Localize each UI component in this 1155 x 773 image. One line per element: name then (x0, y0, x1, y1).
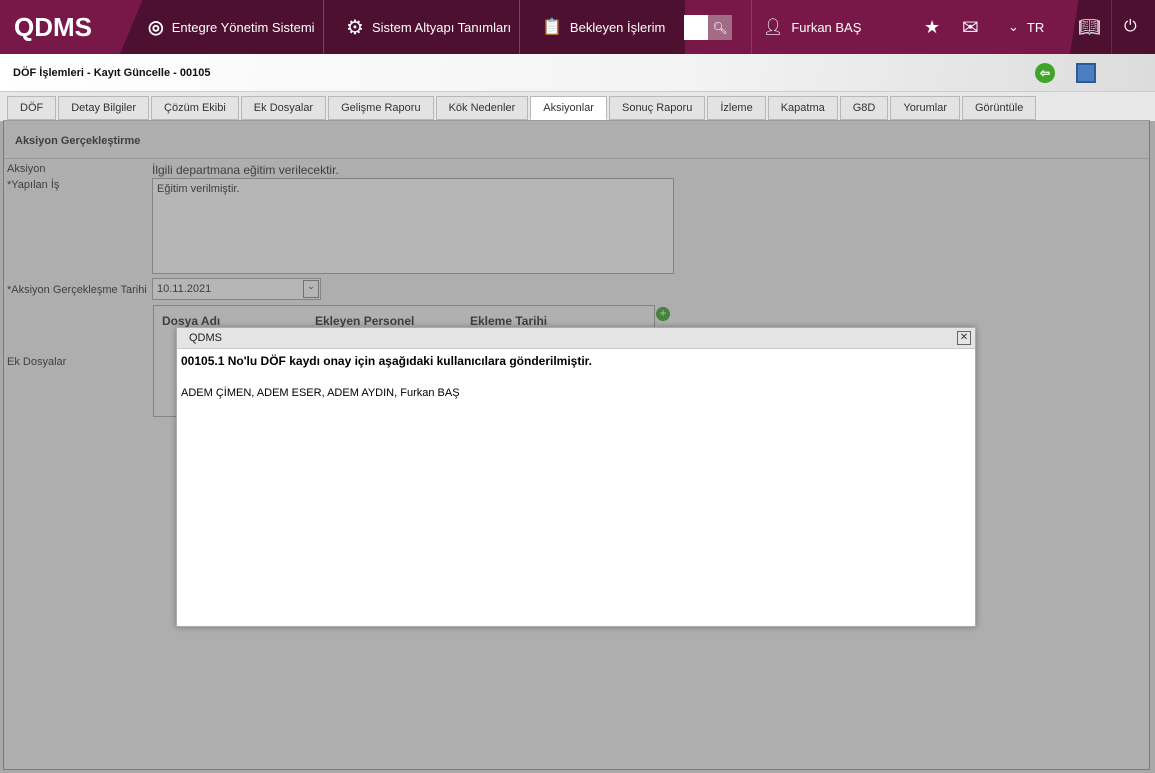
manual-icon[interactable]: 📖︎ (1078, 0, 1101, 54)
gear-icon: ⚙ (346, 16, 364, 39)
dialog-title: QDMS (189, 332, 222, 344)
chevron-down-icon: ⌄ (1008, 19, 1019, 34)
nav-bekleyen[interactable]: 📋 Bekleyen İşlerim (542, 0, 665, 54)
user-icon: 👤︎ (763, 19, 784, 36)
tab-bar: DÖF Detay Bilgiler Çözüm Ekibi Ek Dosyal… (7, 96, 1037, 120)
tab-aksiyonlar[interactable]: Aksiyonlar (530, 96, 607, 120)
q-icon: ◎ (148, 16, 164, 37)
back-icon[interactable]: ⇦ (1035, 63, 1055, 83)
tab-kok[interactable]: Kök Nedenler (435, 96, 529, 120)
tab-g8d[interactable]: G8D (839, 96, 889, 120)
top-nav: QDMS ◎ Entegre Yönetim Sistemi ⚙ Sistem Al… (0, 0, 1155, 54)
tab-izleme[interactable]: İzleme (707, 96, 766, 120)
search-input[interactable] (684, 15, 708, 40)
search-icon[interactable]: 🔍︎ (708, 15, 732, 40)
power-icon[interactable]: ⏻ (1124, 0, 1137, 54)
close-icon[interactable]: ✕ (957, 331, 971, 345)
star-icon[interactable]: ★ (924, 0, 940, 54)
tab-ek-dosyalar[interactable]: Ek Dosyalar (240, 96, 327, 120)
tab-dof[interactable]: DÖF (7, 96, 57, 120)
nav-sistem[interactable]: ⚙ Sistem Altyapı Tanımları (346, 0, 511, 54)
dialog-users: ADEM ÇİMEN, ADEM ESER, ADEM AYDIN, Furka… (181, 387, 460, 399)
page-title: DÖF İşlemleri - Kayıt Güncelle - 00105 (13, 67, 211, 79)
dialog-message: 00105.1 No'lu DÖF kaydı onay için aşağıd… (181, 354, 593, 368)
clipboard-icon: 📋 (542, 19, 562, 36)
tab-detay[interactable]: Detay Bilgiler (58, 96, 150, 120)
user-menu[interactable]: 👤︎ Furkan BAŞ (763, 0, 861, 54)
tab-kapatma[interactable]: Kapatma (767, 96, 838, 120)
page-header: DÖF İşlemleri - Kayıt Güncelle - 00105 ⇦ (0, 54, 1155, 92)
nav-entegre[interactable]: ◎ Entegre Yönetim Sistemi (148, 0, 315, 54)
tab-cozum[interactable]: Çözüm Ekibi (151, 96, 239, 120)
tab-gelisme[interactable]: Gelişme Raporu (328, 96, 434, 120)
tab-goruntule[interactable]: Görüntüle (962, 96, 1037, 120)
language-select[interactable]: ⌄ TR (1008, 0, 1044, 54)
mail-icon[interactable]: ✉ (962, 0, 979, 54)
tab-sonuc[interactable]: Sonuç Raporu (608, 96, 706, 120)
tab-yorumlar[interactable]: Yorumlar (890, 96, 960, 120)
info-dialog: QDMS ✕ 00105.1 No'lu DÖF kaydı onay için … (176, 327, 976, 627)
qdms-logo[interactable]: QDMS (14, 12, 92, 43)
save-icon[interactable] (1076, 63, 1096, 83)
dialog-header: QDMS ✕ (177, 328, 975, 349)
search-box[interactable]: 🔍︎ (684, 15, 732, 40)
